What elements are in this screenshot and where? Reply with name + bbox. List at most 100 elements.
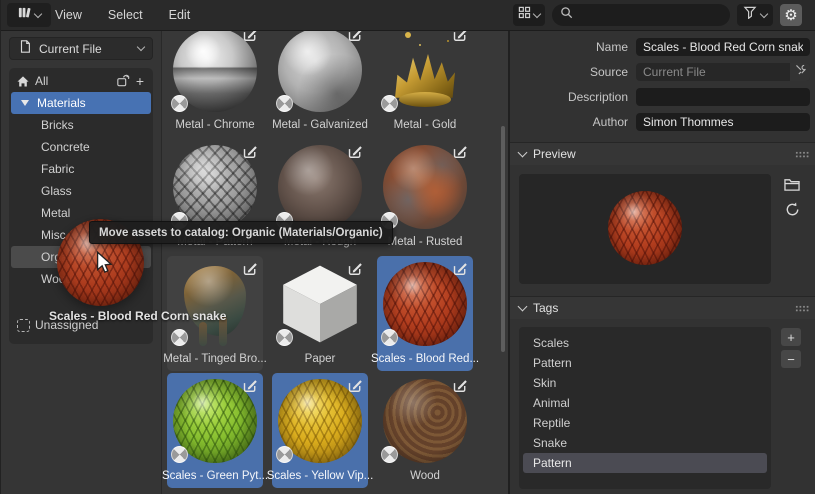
author-field-label: Author <box>592 115 628 129</box>
header-bar: View Select Edit ⚙ <box>1 0 815 31</box>
asset-tile[interactable]: Scales - Blood Red... <box>371 256 479 371</box>
name-input[interactable] <box>643 40 803 54</box>
description-field-label: Description <box>567 90 628 104</box>
material-icon <box>276 329 293 346</box>
author-field[interactable] <box>636 113 810 131</box>
chevron-down-icon <box>517 147 528 158</box>
catalog-item-materials[interactable]: Materials <box>11 92 151 114</box>
asset-tile[interactable]: Metal - Gold <box>377 30 473 137</box>
file-icon <box>18 39 32 59</box>
panel-drag-handle[interactable] <box>795 150 809 158</box>
add-catalog-icon[interactable]: + <box>136 74 144 88</box>
catalog-item-fabric[interactable]: Fabric <box>11 158 151 180</box>
tags-list: Scales Pattern Skin Animal Reptile Snake… <box>519 327 771 489</box>
chevron-down-icon <box>517 301 528 312</box>
mouse-cursor <box>95 250 117 280</box>
new-catalog-icon[interactable] <box>116 73 131 90</box>
edit-icon <box>241 377 259 394</box>
chevron-down-icon <box>759 9 769 18</box>
asset-library-value: Current File <box>39 41 102 56</box>
settings-gear-button[interactable]: ⚙ <box>780 4 802 26</box>
tag-item[interactable]: Pattern <box>523 353 767 373</box>
tag-item[interactable]: Scales <box>523 333 767 353</box>
edit-icon <box>241 260 259 277</box>
catalog-item-bricks[interactable]: Bricks <box>11 114 151 136</box>
material-icon <box>276 446 293 463</box>
description-input[interactable] <box>643 90 803 104</box>
tags-panel-header[interactable]: Tags <box>510 297 815 319</box>
source-field: Current File <box>636 63 810 81</box>
search-box <box>552 4 737 26</box>
tag-item[interactable]: Skin <box>523 373 767 393</box>
chevron-down-icon <box>33 9 43 18</box>
catalog-tree: All + Materials Bricks Concrete Fabric G… <box>9 68 153 344</box>
load-preview-button[interactable] <box>781 176 803 198</box>
material-icon <box>276 95 293 112</box>
tool-settings-button[interactable] <box>790 63 810 81</box>
asset-grid: Metal - Chrome Metal - Galvanized Metal … <box>161 30 507 494</box>
disclosure-triangle-icon[interactable] <box>21 100 29 106</box>
author-input[interactable] <box>643 115 803 129</box>
remove-tag-button[interactable]: − <box>781 350 801 368</box>
header-tools: ⚙ <box>513 4 802 26</box>
preview-image <box>519 174 771 284</box>
asset-tile[interactable]: Wood <box>377 373 473 488</box>
asset-tile[interactable]: Paper <box>272 256 368 371</box>
tag-item[interactable]: Animal <box>523 393 767 413</box>
tags-panel-title: Tags <box>533 301 559 315</box>
unassigned-icon <box>16 318 30 332</box>
tag-item[interactable]: Snake <box>523 433 767 453</box>
material-icon <box>381 329 398 346</box>
grid-scrollbar[interactable] <box>501 126 505 352</box>
edit-icon <box>451 377 469 394</box>
menu-view[interactable]: View <box>55 8 82 22</box>
edit-icon <box>241 30 259 43</box>
catalog-item-glass[interactable]: Glass <box>11 180 151 202</box>
name-field-label: Name <box>595 40 628 54</box>
material-icon <box>381 446 398 463</box>
tools-icon <box>794 63 807 81</box>
material-icon <box>171 329 188 346</box>
asset-details-panel: Name Source Current File Description <box>508 30 815 494</box>
catalog-item-all[interactable]: All + <box>11 70 151 92</box>
panel-drag-handle[interactable] <box>795 304 809 312</box>
edit-icon <box>451 143 469 160</box>
name-field[interactable] <box>636 38 810 56</box>
funnel-icon <box>743 6 757 24</box>
source-value: Current File <box>643 65 706 79</box>
dragged-asset-label: Scales - Blood Red Corn snake <box>49 309 227 323</box>
asset-tile[interactable]: Scales - Yellow Vip... <box>267 373 373 488</box>
asset-tile[interactable]: Metal - Galvanized <box>272 30 368 137</box>
refresh-preview-button[interactable] <box>781 201 803 223</box>
chevron-down-icon <box>532 9 542 18</box>
description-field[interactable] <box>636 88 810 106</box>
bronze-cloth-thumbnail <box>184 266 246 336</box>
filter-button[interactable] <box>737 4 773 26</box>
asset-tile[interactable]: Metal - Chrome <box>167 30 263 137</box>
home-icon <box>11 75 35 88</box>
tag-item[interactable]: Reptile <box>523 413 767 433</box>
edit-icon <box>241 143 259 160</box>
asset-tile[interactable]: Scales - Green Pyt... <box>162 373 268 488</box>
add-tag-button[interactable]: + <box>781 328 801 346</box>
minus-icon: − <box>787 351 795 367</box>
search-input[interactable] <box>578 7 737 23</box>
menu-select[interactable]: Select <box>108 8 143 22</box>
tag-item-selected[interactable]: Pattern <box>523 453 767 473</box>
display-settings-button[interactable] <box>513 4 545 26</box>
editor-type-button[interactable] <box>7 3 51 27</box>
material-icon <box>381 95 398 112</box>
material-icon <box>171 95 188 112</box>
preview-sphere <box>608 191 682 265</box>
drag-tooltip: Move assets to catalog: Organic (Materia… <box>89 221 393 244</box>
edit-icon <box>346 30 364 43</box>
search-icon <box>560 6 573 24</box>
asset-library-select[interactable]: Current File <box>9 37 153 60</box>
source-field-label: Source <box>589 65 628 79</box>
preview-panel-header[interactable]: Preview <box>510 143 815 165</box>
catalog-item-concrete[interactable]: Concrete <box>11 136 151 158</box>
edit-icon <box>346 377 364 394</box>
asset-browser-window: View Select Edit ⚙ Current File All + Ma… <box>0 0 815 494</box>
material-icon <box>171 446 188 463</box>
menu-edit[interactable]: Edit <box>169 8 191 22</box>
